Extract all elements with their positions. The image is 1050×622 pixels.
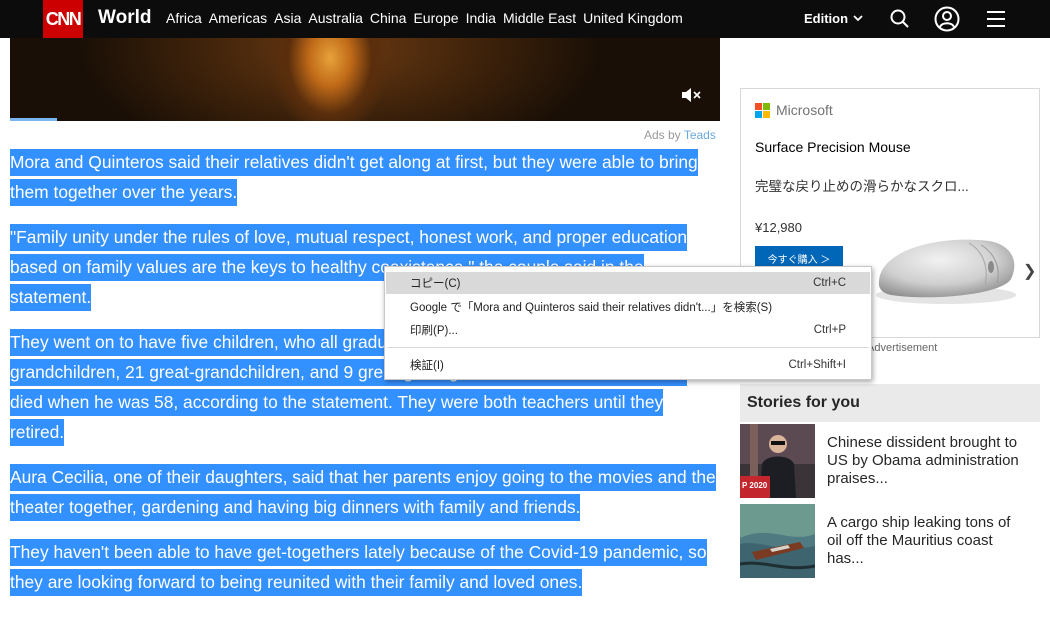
nav-link-china[interactable]: China [370, 10, 407, 26]
ads-by-teads[interactable]: Ads by Teads [644, 128, 716, 142]
user-icon[interactable] [934, 6, 960, 32]
nav-link-americas[interactable]: Americas [209, 10, 267, 26]
context-menu-inspect[interactable]: 検証(I) Ctrl+Shift+I [386, 354, 870, 376]
nav-link-india[interactable]: India [466, 10, 496, 26]
edition-label: Edition [804, 11, 849, 26]
top-nav: CNN World Africa Americas Asia Australia… [0, 0, 1050, 38]
nav-link-asia[interactable]: Asia [274, 10, 301, 26]
stories-heading: Stories for you [740, 384, 1040, 422]
context-menu: コピー(C) Ctrl+C Google で「Mora and Quintero… [384, 266, 872, 380]
microsoft-brand-name: Microsoft [776, 102, 833, 118]
nav-link-africa[interactable]: Africa [166, 10, 202, 26]
video-player[interactable] [10, 38, 720, 121]
chevron-down-icon [853, 15, 863, 22]
teads-link[interactable]: Teads [684, 128, 716, 142]
story-title[interactable]: Chinese dissident brought to US by Obama… [827, 424, 1027, 502]
ads-by-label: Ads by [644, 128, 681, 142]
stories-for-you: Stories for you P 2020 Chinese dissident… [740, 384, 1040, 582]
svg-text:P 2020: P 2020 [742, 481, 768, 490]
microsoft-logo: Microsoft [755, 102, 833, 118]
story-title[interactable]: A cargo ship leaking tons of oil off the… [827, 504, 1027, 582]
story-item[interactable]: A cargo ship leaking tons of oil off the… [740, 502, 1040, 582]
ad-title[interactable]: Surface Precision Mouse [755, 139, 911, 155]
edition-dropdown[interactable]: Edition [804, 11, 863, 26]
context-menu-copy-shortcut: Ctrl+C [813, 277, 846, 289]
selected-text: Aura Cecilia, one of their daughters, sa… [10, 464, 716, 521]
chevron-right-icon[interactable]: ❯ [1023, 261, 1036, 281]
nav-link-europe[interactable]: Europe [413, 10, 458, 26]
context-menu-copy[interactable]: コピー(C) Ctrl+C [386, 272, 870, 294]
surface-mouse-image [876, 239, 1016, 304]
context-menu-search-label: Google で「Mora and Quinteros said their r… [410, 302, 773, 314]
mute-icon[interactable] [680, 87, 702, 103]
advertisement-label: Advertisement [867, 342, 938, 354]
context-menu-search-google[interactable]: Google で「Mora and Quinteros said their r… [386, 296, 870, 318]
nav-link-middle-east[interactable]: Middle East [503, 10, 576, 26]
nav-link-australia[interactable]: Australia [308, 10, 362, 26]
selected-text: Mora and Quinteros said their relatives … [10, 149, 698, 206]
story-item[interactable]: P 2020 Chinese dissident brought to US b… [740, 422, 1040, 502]
context-menu-copy-label: コピー(C) [410, 278, 461, 290]
microsoft-logo-icon [755, 102, 770, 118]
search-icon[interactable] [888, 7, 912, 31]
context-menu-inspect-shortcut: Ctrl+Shift+I [788, 359, 846, 371]
nav-link-united-kingdom[interactable]: United Kingdom [583, 10, 683, 26]
story-thumbnail[interactable]: P 2020 [740, 424, 815, 498]
context-menu-print-label: 印刷(P)... [410, 325, 458, 337]
video-progress-bar[interactable] [10, 118, 57, 121]
article-paragraph: Mora and Quinteros said their relatives … [10, 147, 722, 207]
selected-text: They haven't been able to have get-toget… [10, 539, 707, 596]
cnn-logo[interactable]: CNN [43, 0, 83, 38]
article-paragraph: Aura Cecilia, one of their daughters, sa… [10, 462, 722, 522]
section-title[interactable]: World [98, 7, 151, 29]
story-thumbnail[interactable] [740, 504, 815, 578]
context-menu-print-shortcut: Ctrl+P [813, 324, 846, 336]
context-menu-separator [387, 347, 869, 348]
ad-description: 完璧な戻り止めの滑らかなスクロ... [755, 179, 969, 194]
context-menu-print[interactable]: 印刷(P)... Ctrl+P [386, 319, 870, 341]
context-menu-inspect-label: 検証(I) [410, 360, 444, 372]
ad-price: ¥12,980 [755, 220, 802, 235]
article-paragraph: They haven't been able to have get-toget… [10, 537, 722, 597]
nav-links: Africa Americas Asia Australia China Eur… [166, 10, 690, 26]
menu-icon[interactable] [984, 7, 1008, 31]
